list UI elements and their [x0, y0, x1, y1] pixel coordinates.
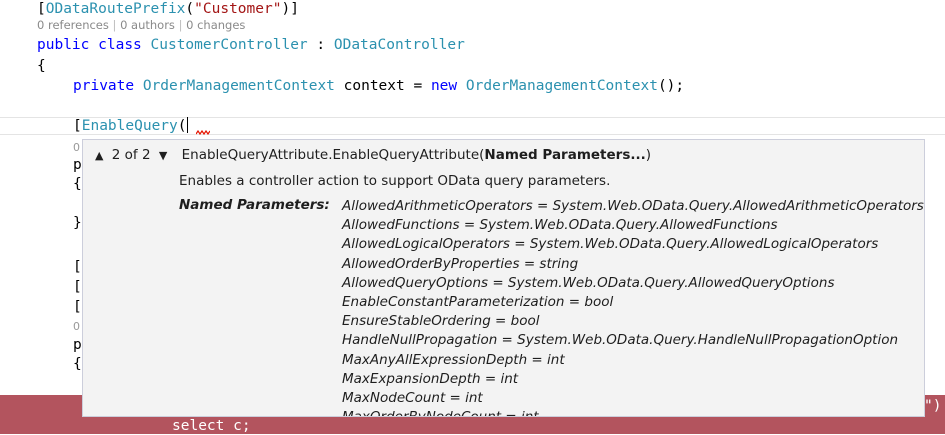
paren-open: (	[177, 118, 187, 134]
overload-counter: 2 of 2	[111, 147, 151, 163]
code-fragment: {	[73, 176, 82, 192]
code-fragment: }	[73, 215, 82, 231]
signature-header: ▲ 2 of 2 ▼ EnableQueryAttribute.EnableQu…	[95, 147, 651, 163]
parameter-item: MaxAnyAllExpressionDepth = int	[342, 351, 565, 368]
bracket-open: [	[37, 1, 46, 17]
keyword-public: public	[37, 37, 90, 53]
codelens-authors[interactable]: 0 authors	[120, 18, 175, 32]
error-string-tail: ")	[924, 398, 942, 414]
bracket-close: )]	[281, 1, 299, 17]
context-field: context =	[334, 78, 431, 94]
base-class-name: ODataController	[333, 37, 465, 53]
codelens-separator: |	[174, 18, 187, 32]
signature-suffix: )	[645, 147, 652, 163]
enable-query-attribute: EnableQuery	[81, 118, 178, 134]
route-prefix-attribute: ODataRoutePrefix	[45, 1, 186, 17]
named-parameters-list: AllowedArithmeticOperators = System.Web.…	[342, 197, 924, 416]
parameter-item: AllowedFunctions = System.Web.OData.Quer…	[342, 217, 778, 234]
signature-prefix: EnableQueryAttribute.EnableQueryAttribut…	[181, 147, 485, 163]
codelens-fragment: 0	[73, 141, 80, 154]
parameter-item: AllowedArithmeticOperators = System.Web.…	[342, 198, 924, 214]
code-fragment: p	[73, 337, 82, 353]
code-fragment: {	[73, 356, 82, 372]
codelens-changes[interactable]: 0 changes	[186, 18, 245, 32]
codelens-references[interactable]: 0 references	[37, 18, 109, 32]
class-name: CustomerController	[150, 37, 308, 53]
code-fragment: p	[73, 157, 82, 173]
codelens-separator: |	[108, 18, 121, 32]
enable-query-line[interactable]: [EnableQuery(	[73, 117, 188, 135]
context-constructor: OrderManagementContext	[465, 78, 658, 94]
parameter-item: HandleNullPropagation = System.Web.OData…	[342, 332, 899, 349]
keyword-private: private	[73, 78, 135, 94]
statement-end: ();	[657, 78, 685, 94]
parameter-item: MaxOrderByNodeCount = int	[342, 408, 924, 416]
keyword-new: new	[430, 78, 458, 94]
named-parameters-label: Named Parameters:	[179, 197, 330, 213]
error-code-line[interactable]: select c;	[172, 417, 251, 435]
codelens: 0 references | 0 authors | 0 changes	[37, 18, 245, 32]
route-prefix-line[interactable]: [ODataRoutePrefix("Customer")]	[37, 0, 299, 18]
route-prefix-string: "Customer"	[194, 1, 282, 17]
parameter-item: MaxNodeCount = int	[342, 390, 483, 407]
text-caret	[186, 117, 188, 133]
signature-description: Enables a controller action to support O…	[179, 173, 611, 189]
parameter-item: AllowedOrderByProperties = string	[342, 255, 579, 272]
context-field-line[interactable]: private OrderManagementContext context =…	[73, 77, 684, 95]
parameter-item: MaxExpansionDepth = int	[342, 370, 519, 387]
codelens-fragment: 0	[73, 320, 80, 333]
keyword-class: class	[98, 37, 142, 53]
parameter-item: AllowedQueryOptions = System.Web.OData.Q…	[342, 274, 835, 291]
paren-open: (	[185, 1, 195, 17]
next-overload-icon[interactable]: ▼	[159, 149, 167, 162]
class-declaration-line[interactable]: public class CustomerController : ODataC…	[37, 36, 465, 54]
code-fragment: [	[73, 259, 82, 275]
parameter-item: EnsureStableOrdering = bool	[342, 313, 540, 330]
code-fragment: [	[73, 279, 82, 295]
signature-help-tooltip: ▲ 2 of 2 ▼ EnableQueryAttribute.EnableQu…	[82, 139, 925, 417]
class-brace-open: {	[37, 58, 46, 74]
bracket-open: [	[73, 118, 82, 134]
code-fragment: [	[73, 299, 82, 315]
parameter-item: EnableConstantParameterization = bool	[342, 294, 614, 311]
signature-text: EnableQueryAttribute.EnableQueryAttribut…	[182, 147, 651, 163]
previous-overload-icon[interactable]: ▲	[95, 149, 103, 162]
context-type: OrderManagementContext	[142, 78, 335, 94]
error-squiggle	[196, 130, 210, 135]
parameter-item: AllowedLogicalOperators = System.Web.ODa…	[342, 236, 879, 253]
signature-current-parameter: Named Parameters...	[484, 147, 646, 163]
colon: :	[307, 37, 334, 53]
